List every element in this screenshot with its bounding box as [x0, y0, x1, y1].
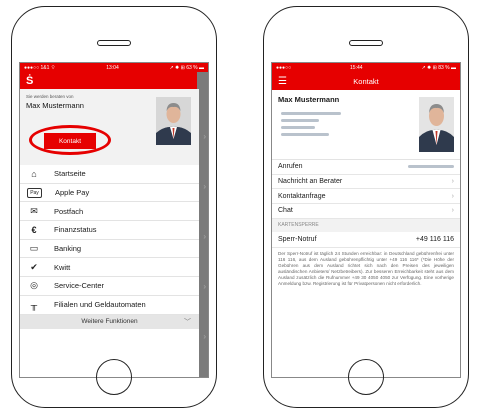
advisor-name: Max Mustermann	[278, 95, 340, 104]
menu-item-kwitt[interactable]: ✔ Kwitt	[20, 258, 199, 278]
advisor-portrait	[419, 97, 454, 152]
menu-item-apple-pay[interactable]: Pay Apple Pay	[20, 184, 199, 203]
redacted-address-line	[281, 112, 341, 115]
menu-item-label: Apple Pay	[55, 188, 90, 198]
menu-item-label: Finanzstatus	[54, 225, 97, 235]
euro-icon: €	[31, 224, 37, 235]
advisor-card: Sie werden beraten von Max Mustermann Ko…	[20, 89, 199, 165]
speaker-slot	[349, 40, 383, 46]
menu-item-filialen[interactable]: ╥ Filialen und Geldautomaten	[20, 296, 199, 315]
menu-item-postfach[interactable]: ✉ Postfach	[20, 202, 199, 222]
menu-item-label: Startseite	[54, 169, 86, 179]
chevron-down-icon: ﹀	[184, 318, 191, 326]
chevron-right-icon: ›	[203, 282, 206, 291]
carrier-signal: ●●●○○ 1&1 ⌔	[24, 64, 56, 71]
carrier-signal: ●●●○○	[276, 64, 292, 71]
advisor-subtitle: Sie werden beraten von	[26, 94, 74, 99]
advisor-name: Max Mustermann	[26, 101, 84, 110]
redacted-address-line	[281, 133, 329, 136]
sperr-number: +49 116 116	[415, 235, 454, 243]
chevron-right-icon: ›	[203, 232, 206, 241]
sparkasse-logo-icon: Ṡ	[26, 74, 34, 87]
speaker-slot	[97, 40, 131, 46]
status-time: 15:44	[350, 64, 363, 71]
chevron-right-icon: ›	[203, 132, 206, 141]
screen-left: ●●●○○ 1&1 ⌔ 13:04 ↗ ✹ ⊞ 63 % ▬ Ṡ › › › ›…	[19, 62, 209, 378]
battery-indicator: ↗ ✹ ⊞ 63 % ▬	[169, 64, 204, 71]
atm-icon: ╥	[30, 299, 38, 310]
chevron-right-icon: ›	[203, 332, 206, 341]
navigation-drawer: Sie werden beraten von Max Mustermann Ko…	[20, 89, 199, 377]
action-label: Chat	[278, 207, 293, 215]
advisor-profile: Max Mustermann	[272, 90, 460, 160]
menu-item-label: Banking	[54, 244, 82, 254]
battery-indicator: ↗ ✹ ⊞ 83 % ▬	[421, 64, 456, 71]
menu-item-label: Postfach	[54, 206, 84, 216]
menu-list: ⌂ Startseite Pay Apple Pay ✉ Postfach € …	[20, 165, 199, 315]
home-button[interactable]	[348, 359, 384, 395]
status-time: 13:04	[106, 64, 119, 71]
menu-item-service-center[interactable]: ◎ Service-Center	[20, 277, 199, 296]
more-functions-toggle[interactable]: Weitere Funktionen ﹀	[20, 314, 199, 329]
redacted-phone-number	[408, 165, 454, 169]
sperr-label: Sperr-Notruf	[278, 235, 317, 243]
home-icon: ⌂	[31, 168, 37, 179]
mail-icon: ✉	[30, 205, 38, 216]
screen-right: ●●●○○ 15:44 ↗ ✹ ⊞ 83 % ▬ ☰ Kontakt Max M…	[271, 62, 461, 378]
chevron-right-icon: ›	[451, 207, 454, 215]
service-icon: ◎	[30, 280, 38, 291]
action-row-nachricht[interactable]: Nachricht an Berater ›	[272, 175, 460, 190]
action-label: Nachricht an Berater	[278, 178, 343, 186]
menu-item-label: Kwitt	[54, 262, 71, 272]
section-header: KARTENSPERRE	[272, 218, 460, 232]
sperr-notruf-row[interactable]: Sperr-Notruf +49 116 116	[272, 232, 460, 248]
menu-item-finanzstatus[interactable]: € Finanzstatus	[20, 221, 199, 240]
menu-item-banking[interactable]: ▭ Banking	[20, 240, 199, 259]
menu-item-label: Filialen und Geldautomaten	[54, 300, 146, 310]
menu-hamburger-icon[interactable]: ☰	[278, 76, 287, 87]
action-row-chat[interactable]: Chat ›	[272, 204, 460, 219]
advisor-portrait	[156, 97, 191, 145]
status-bar: ●●●○○ 15:44 ↗ ✹ ⊞ 83 % ▬	[272, 63, 460, 72]
highlight-circle	[29, 125, 111, 155]
home-button[interactable]	[96, 359, 132, 395]
redacted-address-line	[281, 126, 315, 129]
page-title: Kontakt	[353, 76, 379, 86]
apple-pay-icon: Pay	[27, 187, 42, 198]
action-label: Anrufen	[278, 163, 303, 171]
redacted-address-line	[281, 119, 319, 122]
nav-bar: ☰ Kontakt	[272, 72, 460, 90]
phone-frame-left: ●●●○○ 1&1 ⌔ 13:04 ↗ ✹ ⊞ 63 % ▬ Ṡ › › › ›…	[11, 6, 217, 408]
chevron-right-icon: ›	[451, 178, 454, 186]
more-functions-label: Weitere Funktionen	[81, 318, 138, 325]
action-label: Kontaktanfrage	[278, 192, 326, 200]
sperr-info-text: Der Sperr-Notruf ist täglich 24 Stunden …	[278, 250, 454, 286]
action-row-kontaktanfrage[interactable]: Kontaktanfrage ›	[272, 189, 460, 205]
action-row-anrufen[interactable]: Anrufen	[272, 160, 460, 175]
menu-item-startseite[interactable]: ⌂ Startseite	[20, 165, 199, 184]
kwitt-icon: ✔	[30, 261, 38, 272]
app-header: Ṡ	[20, 72, 208, 89]
chevron-right-icon: ›	[203, 182, 206, 191]
chevron-right-icon: ›	[451, 192, 454, 200]
status-bar: ●●●○○ 1&1 ⌔ 13:04 ↗ ✹ ⊞ 63 % ▬	[20, 63, 208, 72]
phone-frame-right: ●●●○○ 15:44 ↗ ✹ ⊞ 83 % ▬ ☰ Kontakt Max M…	[263, 6, 469, 408]
bank-card-icon: ▭	[29, 243, 39, 254]
menu-item-label: Service-Center	[54, 281, 105, 291]
